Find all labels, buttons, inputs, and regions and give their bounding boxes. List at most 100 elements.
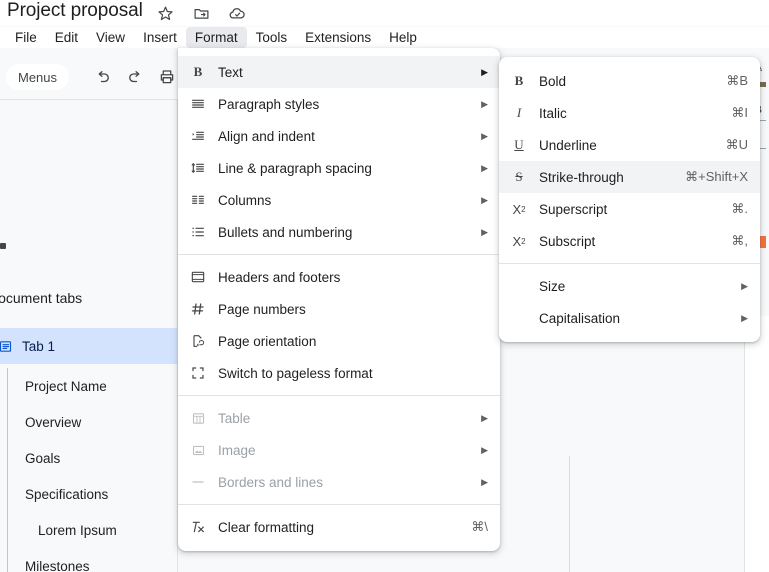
menu-file[interactable]: File bbox=[6, 27, 46, 48]
menu-item-shortcut: ⌘. bbox=[731, 201, 748, 216]
menu-item-switch-to-pageless-format[interactable]: Switch to pageless format bbox=[178, 357, 500, 389]
chevron-right-icon: ▶ bbox=[481, 226, 488, 237]
headers-footers-icon bbox=[178, 269, 218, 285]
menu-item-page-orientation[interactable]: Page orientation bbox=[178, 325, 500, 357]
chevron-right-icon: ▶ bbox=[481, 66, 488, 77]
move-to-folder-icon[interactable] bbox=[191, 3, 211, 23]
subscript-icon: X2 bbox=[512, 233, 526, 249]
menus-button[interactable]: Menus bbox=[6, 64, 70, 90]
undo-icon[interactable] bbox=[89, 63, 117, 91]
menu-item-shortcut: ⌘I bbox=[731, 105, 748, 120]
page-title[interactable]: Project proposal bbox=[7, 0, 143, 22]
submenu-item-superscript[interactable]: X2 Superscript ⌘. bbox=[499, 193, 760, 225]
title-icon-group bbox=[155, 3, 247, 23]
redo-icon[interactable] bbox=[121, 63, 149, 91]
heading-project-name[interactable]: Project Name bbox=[0, 368, 178, 404]
document-tabs-sidebar: Document tabs Tab 1 Project Name Overvie… bbox=[0, 100, 178, 572]
menu-separator bbox=[178, 395, 500, 396]
menu-item-table: Table ▶ bbox=[178, 402, 500, 434]
heading-goals[interactable]: Goals bbox=[0, 440, 178, 476]
heading-milestones[interactable]: Milestones bbox=[0, 548, 178, 572]
menu-item-label: Switch to pageless format bbox=[218, 365, 373, 381]
star-icon[interactable] bbox=[155, 3, 175, 23]
menu-item-label: Align and indent bbox=[218, 128, 315, 144]
chevron-right-icon: ▶ bbox=[481, 444, 488, 455]
menu-item-label: Paragraph styles bbox=[218, 96, 320, 112]
chevron-right-icon: ▶ bbox=[481, 194, 488, 205]
menu-separator bbox=[178, 504, 500, 505]
menu-item-label: Columns bbox=[218, 192, 272, 208]
menu-item-shortcut: ⌘+Shift+X bbox=[685, 169, 748, 184]
heading-tree: Project Name Overview Goals Specificatio… bbox=[0, 368, 178, 572]
submenu-item-subscript[interactable]: X2 Subscript ⌘, bbox=[499, 225, 760, 257]
submenu-item-bold[interactable]: B Bold ⌘B bbox=[499, 65, 760, 97]
menu-item-line-paragraph-spacing[interactable]: Line & paragraph spacing ▶ bbox=[178, 152, 500, 184]
submenu-item-underline[interactable]: U Underline ⌘U bbox=[499, 129, 760, 161]
chevron-right-icon: ▶ bbox=[481, 412, 488, 423]
menus-button-label: Menus bbox=[18, 69, 58, 85]
strikethrough-icon: S bbox=[515, 169, 523, 184]
menu-item-headers-and-footers[interactable]: Headers and footers bbox=[178, 261, 500, 293]
submenu-item-size[interactable]: Size ▶ bbox=[499, 270, 760, 302]
print-icon[interactable] bbox=[153, 63, 181, 91]
chevron-right-icon: ▶ bbox=[481, 130, 488, 141]
menu-item-text[interactable]: B Text ▶ bbox=[178, 56, 500, 88]
menu-item-label: Page numbers bbox=[218, 301, 306, 317]
chevron-right-icon: ▶ bbox=[741, 280, 748, 291]
heading-lorem-ipsum-1[interactable]: Lorem Ipsum bbox=[0, 512, 178, 548]
menu-item-label: Borders and lines bbox=[218, 474, 324, 490]
menu-item-label: Capitalisation bbox=[539, 310, 621, 326]
menu-view[interactable]: View bbox=[87, 27, 134, 48]
borders-lines-icon bbox=[178, 474, 218, 490]
menu-item-label: Page orientation bbox=[218, 333, 317, 349]
collapse-panel-icon[interactable] bbox=[0, 243, 6, 249]
page-edge-line bbox=[569, 456, 570, 572]
menu-item-label: Clear formatting bbox=[218, 519, 315, 535]
text-submenu-popup: B Bold ⌘B I Italic ⌘I U Underline ⌘U S S… bbox=[499, 57, 760, 342]
menu-separator bbox=[178, 254, 500, 255]
menu-item-label: Bullets and numbering bbox=[218, 224, 353, 240]
menu-item-label: Text bbox=[218, 64, 243, 80]
heading-specifications[interactable]: Specifications bbox=[0, 476, 178, 512]
menu-item-columns[interactable]: Columns ▶ bbox=[178, 184, 500, 216]
page-numbers-icon bbox=[178, 301, 218, 317]
paragraph-styles-icon bbox=[178, 96, 218, 112]
menu-item-page-numbers[interactable]: Page numbers bbox=[178, 293, 500, 325]
menu-item-align-and-indent[interactable]: Align and indent ▶ bbox=[178, 120, 500, 152]
menu-format[interactable]: Format bbox=[185, 27, 247, 48]
menu-item-label: Table bbox=[218, 410, 251, 426]
menu-item-label: Subscript bbox=[539, 233, 596, 249]
menu-item-borders-and-lines: Borders and lines ▶ bbox=[178, 466, 500, 498]
docs-window: Project proposal File Edit View Insert F… bbox=[0, 0, 769, 572]
menu-item-label: Headers and footers bbox=[218, 269, 341, 285]
menu-item-label: Image bbox=[218, 442, 256, 458]
bullets-numbering-icon bbox=[178, 224, 218, 240]
menu-item-bullets-and-numbering[interactable]: Bullets and numbering ▶ bbox=[178, 216, 500, 248]
menu-item-paragraph-styles[interactable]: Paragraph styles ▶ bbox=[178, 88, 500, 120]
submenu-item-strike-through[interactable]: S Strike-through ⌘+Shift+X bbox=[499, 161, 760, 193]
menu-item-label: Size bbox=[539, 278, 566, 294]
title-bar: Project proposal bbox=[0, 0, 769, 26]
menu-item-shortcut: ⌘B bbox=[726, 73, 748, 88]
menu-item-label: Strike-through bbox=[539, 169, 624, 185]
align-indent-icon bbox=[178, 128, 218, 144]
menu-item-label: Superscript bbox=[539, 201, 608, 217]
submenu-item-italic[interactable]: I Italic ⌘I bbox=[499, 97, 760, 129]
menu-item-shortcut: ⌘U bbox=[725, 137, 748, 152]
table-icon bbox=[178, 411, 218, 426]
menu-tools[interactable]: Tools bbox=[247, 27, 297, 48]
document-tab-icon bbox=[0, 339, 16, 354]
menu-extensions[interactable]: Extensions bbox=[296, 27, 380, 48]
chevron-right-icon: ▶ bbox=[481, 98, 488, 109]
menu-insert[interactable]: Insert bbox=[134, 27, 186, 48]
menu-item-clear-formatting[interactable]: Clear formatting ⌘\ bbox=[178, 511, 500, 543]
heading-overview[interactable]: Overview bbox=[0, 404, 178, 440]
sidebar-item-tab-1[interactable]: Tab 1 bbox=[0, 328, 178, 364]
menu-edit[interactable]: Edit bbox=[46, 27, 87, 48]
line-spacing-icon bbox=[178, 160, 218, 176]
submenu-item-capitalisation[interactable]: Capitalisation ▶ bbox=[499, 302, 760, 334]
cloud-saved-icon[interactable] bbox=[227, 3, 247, 23]
menu-item-label: Bold bbox=[539, 73, 567, 89]
menu-help[interactable]: Help bbox=[380, 27, 426, 48]
underline-icon: U bbox=[514, 137, 524, 152]
